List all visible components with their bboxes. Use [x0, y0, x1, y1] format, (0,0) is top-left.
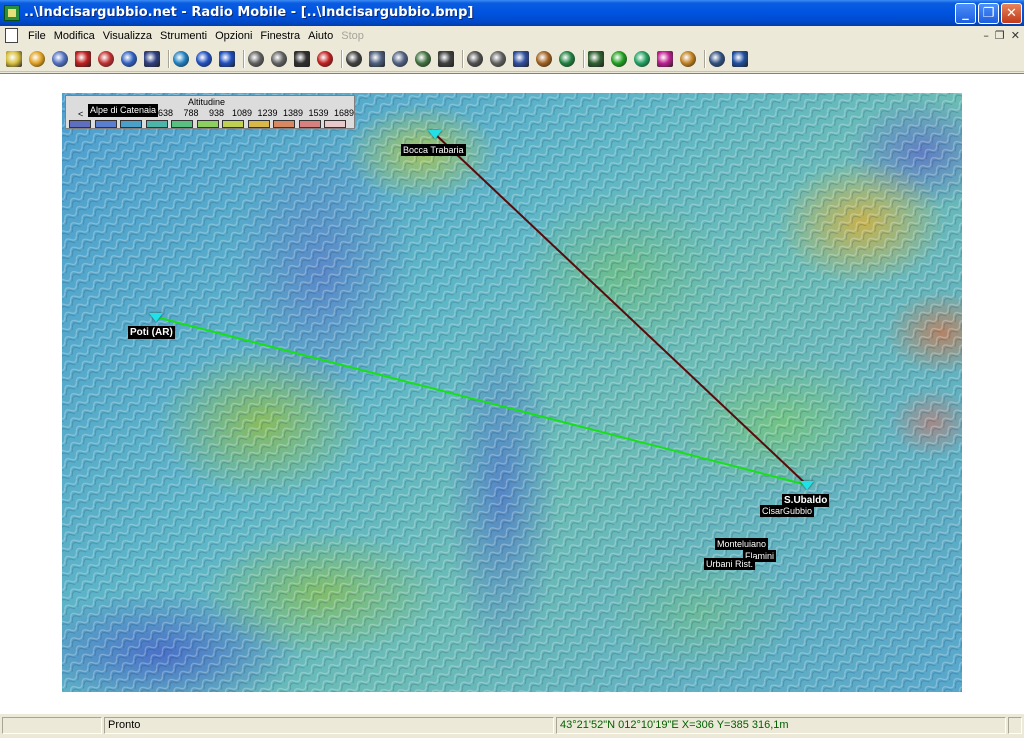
site-label-poti: Poti (AR) [128, 326, 175, 339]
open-icon[interactable] [29, 51, 45, 67]
menu-opzioni[interactable]: Opzioni [211, 29, 256, 43]
status-pane-right [1008, 717, 1022, 734]
details-icon[interactable] [513, 51, 529, 67]
legend-swatch [298, 120, 321, 128]
copy-icon[interactable] [369, 51, 385, 67]
status-text: Pronto [104, 717, 554, 734]
grid-icon[interactable] [490, 51, 506, 67]
picture-icon[interactable] [248, 51, 264, 67]
mdi-restore-button[interactable]: ❐ [995, 29, 1005, 42]
menu-stop[interactable]: Stop [337, 29, 368, 43]
toolbar [0, 46, 1024, 72]
legend-swatch [94, 120, 117, 128]
legend-swatch [145, 120, 168, 128]
elevation-map[interactable]: Altitudine < 638 788 938 1089 1239 1389 1539 16… [62, 93, 962, 692]
toolbar-separator [168, 50, 169, 68]
merge-icon[interactable] [415, 51, 431, 67]
unit-properties-icon[interactable] [75, 51, 91, 67]
window-title: ..\Indcisargubbio.net - Radio Mobile - [… [24, 5, 474, 20]
site-marker-bocca-trabaria[interactable] [428, 130, 442, 139]
status-coordinates: 43°21'52"N 012°10'19"E X=306 Y=385 316,1… [556, 717, 1006, 734]
link-icon[interactable] [98, 51, 114, 67]
find-unit-icon[interactable] [536, 51, 552, 67]
terrain-shading [62, 93, 962, 692]
altitude-legend: Altitudine < 638 788 938 1089 1239 1389 1539 16… [65, 95, 355, 129]
map-properties-icon[interactable] [121, 51, 137, 67]
legend-swatch [222, 120, 244, 128]
radio-coverage-icon[interactable] [611, 51, 627, 67]
save-map-icon[interactable] [144, 51, 160, 67]
legend-swatch [196, 120, 219, 128]
internet-icon[interactable] [732, 51, 748, 67]
menu-finestra[interactable]: Finestra [256, 29, 304, 43]
legend-swatch [69, 120, 91, 128]
menu-strumenti[interactable]: Strumenti [156, 29, 211, 43]
toolbar-separator [583, 50, 584, 68]
site-marker-poti[interactable] [149, 313, 163, 322]
fit-icon[interactable] [559, 51, 575, 67]
mdi-minimize-button[interactable]: – [983, 29, 989, 42]
elevation-grid-icon[interactable] [438, 51, 454, 67]
app-icon[interactable] [4, 5, 20, 21]
menu-bar: File Modifica Visualizza Strumenti Opzio… [0, 26, 1024, 46]
site-marker-s-ubaldo[interactable] [800, 481, 814, 490]
menu-aiuto[interactable]: Aiuto [304, 29, 337, 43]
globe-icon[interactable] [173, 51, 189, 67]
toolbar-separator [243, 50, 244, 68]
legend-swatch [273, 120, 295, 128]
maximize-button[interactable]: ❐ [978, 3, 999, 24]
print-icon[interactable] [346, 51, 362, 67]
pdf-icon[interactable] [317, 51, 333, 67]
cartesian-icon[interactable] [657, 51, 673, 67]
menu-file[interactable]: File [24, 29, 50, 43]
site-label-bocca-trabaria: Bocca Trabaria [401, 144, 466, 156]
legend-swatch [324, 120, 346, 128]
mdi-close-button[interactable]: ✕ [1011, 29, 1020, 42]
network-properties-icon[interactable] [52, 51, 68, 67]
toolbar-separator [704, 50, 705, 68]
measure-icon[interactable] [467, 51, 483, 67]
minimize-button[interactable]: _ [955, 3, 976, 24]
site-label-monteluiano: Monteluiano [715, 538, 769, 550]
back-arrow-icon[interactable] [196, 51, 212, 67]
title-bar: ..\Indcisargubbio.net - Radio Mobile - [… [0, 0, 1024, 26]
legend-title: Altitudine [188, 97, 226, 107]
antenna-icon[interactable] [588, 51, 604, 67]
status-pane-left [2, 717, 102, 734]
new-icon[interactable] [6, 51, 22, 67]
copy-picture-icon[interactable] [271, 51, 287, 67]
map-overlay [62, 93, 962, 692]
polar-plot-icon[interactable] [634, 51, 650, 67]
legend-swatch [247, 120, 270, 128]
forward-arrow-icon[interactable] [219, 51, 235, 67]
toolbar-separator [462, 50, 463, 68]
legend-place-label: Alpe di Catenaia [88, 104, 159, 117]
legend-swatch [171, 120, 193, 128]
save-picture-icon[interactable] [294, 51, 310, 67]
legend-value: 1689 [333, 108, 355, 118]
toolbar-separator [341, 50, 342, 68]
close-button[interactable]: ✕ [1001, 3, 1022, 24]
site-label-urbani-rist: Urbani Rist. [704, 558, 756, 570]
gps-icon[interactable] [709, 51, 725, 67]
paste-icon[interactable] [392, 51, 408, 67]
legend-swatch [120, 120, 142, 128]
combine-icon[interactable] [680, 51, 696, 67]
site-label-cisargubbio: CisarGubbio [760, 505, 815, 517]
menu-modifica[interactable]: Modifica [50, 29, 99, 43]
document-icon[interactable] [5, 28, 18, 43]
menu-visualizza[interactable]: Visualizza [99, 29, 156, 43]
status-bar: Pronto 43°21'52"N 012°10'19"E X=306 Y=38… [0, 713, 1024, 738]
